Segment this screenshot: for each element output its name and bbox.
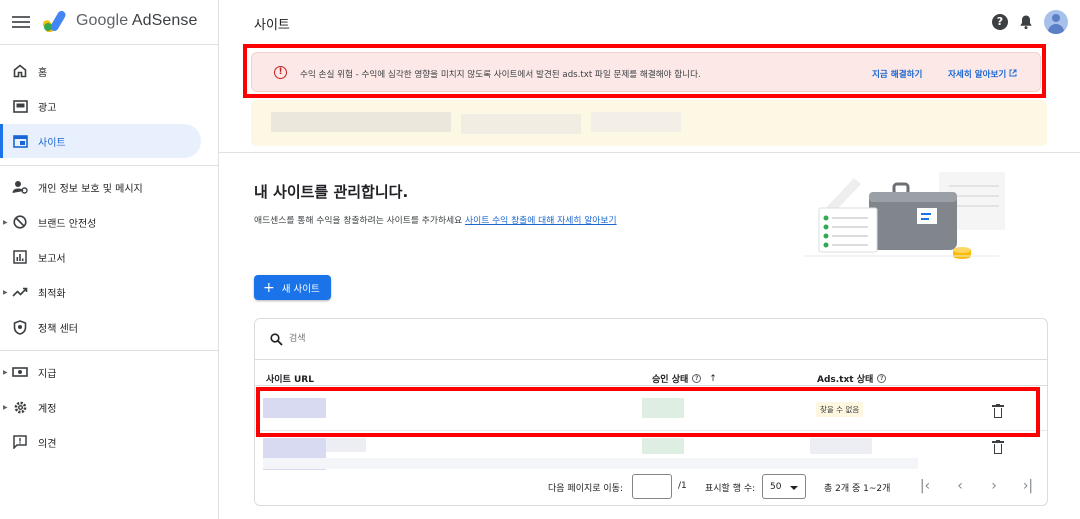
highlight-box-alert [243, 44, 1046, 98]
briefcase-illustration [804, 172, 1005, 259]
delete-trash-icon[interactable] [992, 440, 1004, 454]
redacted-ads-txt-status [810, 438, 872, 454]
sidebar-nav: 홈 광고 사이트 개인 정보 보호 및 메시지 ▶ 브랜드 안전성 보고서 ▶ [0, 44, 219, 519]
sort-arrow-icon[interactable]: ↑ [709, 374, 717, 384]
redacted-block [591, 112, 681, 132]
previous-page-icon[interactable]: ‹ [952, 478, 968, 494]
brand-google: Google [76, 12, 129, 29]
sidebar-item-payments[interactable]: ▶ 지급 [0, 355, 201, 389]
sidebar-item-label: 홈 [38, 67, 48, 79]
sidebar-item-label: 최적화 [38, 288, 66, 300]
redacted-banner [251, 100, 1047, 146]
page-total: /1 [678, 481, 687, 491]
sidebar-item-label: 계정 [38, 403, 57, 415]
sidebar-divider [0, 165, 218, 166]
home-icon [12, 63, 28, 79]
rows-per-page-value: 50 [770, 482, 782, 492]
new-site-button[interactable]: + 새 사이트 [254, 275, 331, 300]
redacted-approval-status [642, 438, 684, 454]
sidebar-item-optimization[interactable]: ▶ 최적화 [0, 275, 201, 309]
gear-icon [12, 399, 28, 415]
header-divider [218, 0, 219, 44]
column-header-url[interactable]: 사이트 URL [266, 372, 314, 385]
sidebar-item-label: 의견 [38, 438, 57, 450]
rows-per-page-label: 표시할 행 수: [705, 484, 756, 494]
subtext-label: 애드센스를 통해 수익을 창출하려는 사이트를 추가하세요 [254, 216, 463, 226]
page-number-input[interactable] [632, 474, 672, 499]
help-circle-icon[interactable]: ? [692, 374, 702, 383]
payments-icon [12, 364, 28, 380]
expand-caret-icon[interactable]: ▶ [3, 289, 8, 296]
header-actions: ? [992, 10, 1068, 34]
sidebar-item-label: 보고서 [38, 253, 66, 265]
sites-icon [12, 133, 28, 149]
redacted-block [271, 112, 451, 132]
last-page-icon[interactable]: ›| [1020, 478, 1036, 494]
sidebar-item-home[interactable]: 홈 [0, 54, 201, 88]
plus-icon: + [263, 279, 275, 296]
header-divider [255, 385, 1047, 386]
first-page-icon[interactable]: |‹ [917, 478, 933, 494]
rows-per-page-select[interactable]: 50 [762, 474, 806, 499]
sidebar-item-brand-safety[interactable]: ▶ 브랜드 안전성 [0, 205, 201, 239]
sidebar-item-policy-center[interactable]: 정책 센터 [0, 310, 201, 344]
page-subtext: 애드센스를 통해 수익을 창출하려는 사이트를 추가하세요 사이트 수익 창출에… [254, 213, 617, 226]
sidebar-item-account[interactable]: ▶ 계정 [0, 390, 201, 424]
page-title: 사이트 [254, 18, 290, 33]
brand-name: Google AdSense [76, 12, 198, 30]
page-heading: 내 사이트를 관리합니다. [254, 183, 409, 201]
brand-safety-icon [12, 214, 28, 230]
sidebar-item-label: 브랜드 안전성 [38, 218, 97, 230]
brand-adsense: AdSense [131, 12, 198, 29]
search-icon [270, 333, 283, 346]
table-search-row [255, 319, 1047, 360]
column-label: 사이트 URL [266, 375, 314, 385]
column-header-ads-txt[interactable]: Ads.txt 상태 ? [817, 372, 887, 385]
sidebar-item-privacy-messaging[interactable]: 개인 정보 보호 및 메시지 [0, 170, 201, 204]
sidebar-item-feedback[interactable]: 의견 [0, 425, 201, 459]
help-icon[interactable]: ? [992, 14, 1008, 30]
top-app-bar: Google AdSense 사이트 ? [0, 0, 1080, 44]
column-header-approval[interactable]: 승인 상태 ? ↑ [652, 372, 717, 386]
ads-icon [12, 98, 28, 114]
column-label: 승인 상태 [652, 375, 689, 385]
expand-caret-icon[interactable]: ▶ [3, 219, 8, 226]
help-circle-icon[interactable]: ? [877, 374, 887, 383]
column-label: Ads.txt 상태 [817, 375, 874, 385]
redacted-site-url [326, 438, 366, 452]
feedback-icon [12, 434, 28, 450]
sidebar-item-reports[interactable]: 보고서 [0, 240, 201, 274]
adsense-logo-icon [43, 10, 66, 32]
notifications-bell-icon[interactable] [1018, 14, 1034, 30]
sidebar-divider [0, 350, 218, 351]
monetize-learn-more-link[interactable]: 사이트 수익 창출에 대해 자세히 알아보기 [465, 216, 617, 226]
privacy-messaging-icon [12, 179, 28, 195]
account-avatar[interactable] [1044, 10, 1068, 34]
main-content: ! 수익 손실 위험 - 수익에 심각한 영향을 미치지 않도록 사이트에서 발… [219, 44, 1080, 519]
new-site-label: 새 사이트 [281, 283, 320, 295]
sidebar-item-label: 개인 정보 보호 및 메시지 [38, 183, 143, 195]
expand-caret-icon[interactable]: ▶ [3, 404, 8, 411]
optimization-icon [12, 284, 28, 300]
reports-icon [12, 249, 28, 265]
dropdown-arrow-icon [790, 486, 798, 490]
highlight-box-row [256, 387, 1040, 437]
table-pagination: 다음 페이지로 이동: /1 표시할 행 수: 50 총 2개 중 1~2개 |… [255, 472, 1047, 500]
sidebar-item-ads[interactable]: 광고 [0, 89, 201, 123]
range-label: 총 2개 중 1~2개 [824, 484, 891, 494]
expand-caret-icon[interactable]: ▶ [3, 369, 8, 376]
go-to-page-label: 다음 페이지로 이동: [548, 484, 623, 494]
section-divider [219, 152, 1080, 153]
policy-center-icon [12, 319, 28, 335]
next-page-icon[interactable]: › [986, 478, 1002, 494]
sidebar-item-label: 사이트 [38, 137, 66, 149]
hamburger-menu-icon[interactable] [12, 13, 30, 31]
search-input[interactable] [289, 332, 589, 346]
sidebar-item-label: 정책 센터 [38, 323, 78, 335]
redacted-block [461, 114, 581, 134]
sidebar-item-label: 지급 [38, 368, 57, 380]
redacted-row-overlay [263, 458, 918, 469]
sidebar-item-label: 광고 [38, 102, 57, 114]
sidebar-item-sites[interactable]: 사이트 [0, 124, 201, 158]
